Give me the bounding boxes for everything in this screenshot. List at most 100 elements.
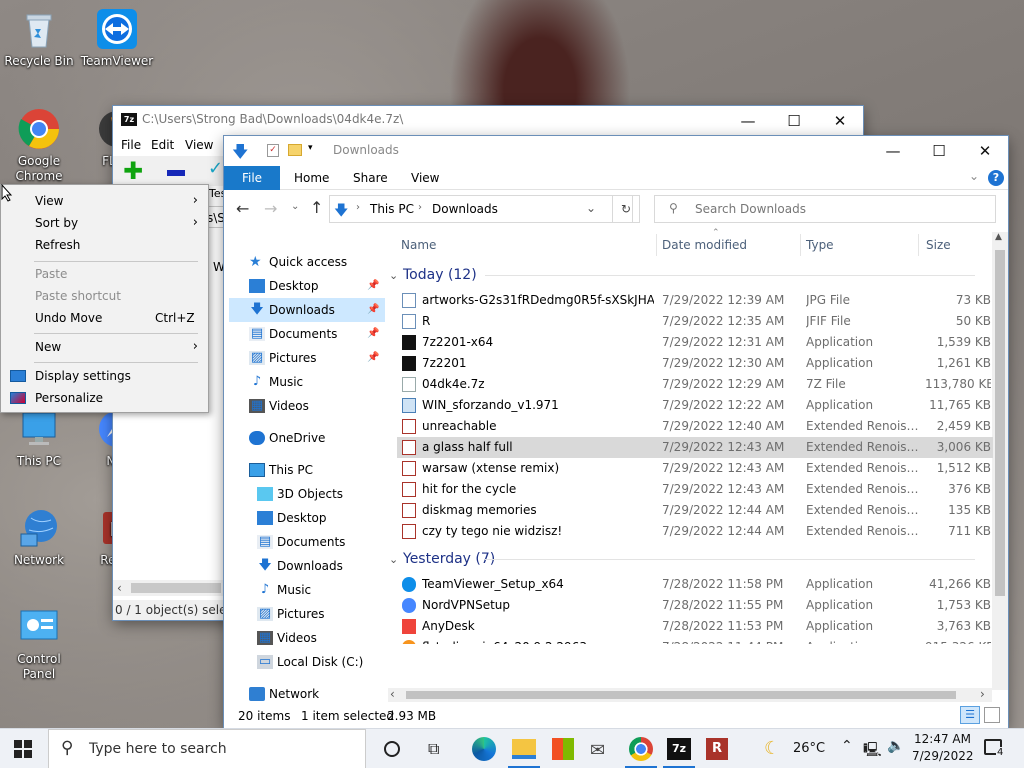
menu-item-new[interactable]: New › xyxy=(1,336,208,358)
pin-icon[interactable]: 📌 xyxy=(367,346,379,370)
nav-pc-music[interactable]: ♪ Music xyxy=(229,578,385,602)
recent-locations-chevron-icon[interactable]: ⌄ xyxy=(291,201,299,212)
sevenzip-minimize-button[interactable]: — xyxy=(725,106,771,136)
refresh-button[interactable]: ↻ xyxy=(612,195,640,223)
file-row[interactable]: a glass half full 7/29/2022 12:43 AM Exten… xyxy=(397,437,993,458)
pin-icon[interactable]: 📌 xyxy=(367,274,379,298)
address-bar[interactable]: 🡇 › This PC › Downloads ⌄ xyxy=(329,195,633,223)
scroll-right-icon[interactable]: › xyxy=(980,687,985,701)
back-arrow-icon[interactable]: ← xyxy=(236,199,249,218)
new-folder-icon[interactable] xyxy=(288,144,302,156)
customize-dropdown-icon[interactable]: ▾ xyxy=(308,143,313,153)
menu-item-display-settings[interactable]: Display settings xyxy=(1,365,208,387)
scroll-left-icon[interactable]: ‹ xyxy=(390,687,395,701)
menu-item-undo-move[interactable]: Undo Move Ctrl+Z xyxy=(1,307,208,329)
file-row[interactable]: hit for the cycle 7/29/2022 12:43 AM Exten… xyxy=(397,479,993,500)
file-row[interactable]: warsaw (xtense remix) 7/29/2022 12:43 AM E… xyxy=(397,458,993,479)
chrome-desktop-icon[interactable]: Google Chrome xyxy=(1,107,77,184)
clock-date[interactable]: 7/29/2022 xyxy=(912,749,974,763)
file-row[interactable]: unreachable 7/29/2022 12:40 AM Extended Re… xyxy=(397,416,993,437)
address-dropdown-icon[interactable]: ⌄ xyxy=(586,201,596,215)
details-view-icon[interactable]: ☰ xyxy=(960,706,980,724)
file-row[interactable]: R 7/29/2022 12:35 AM JFIF File 50 KB xyxy=(397,311,993,332)
breadcrumb-this-pc[interactable]: This PC xyxy=(370,202,414,216)
sevenzip-menu-edit[interactable]: Edit xyxy=(151,138,174,152)
quick-access-down-arrow-icon[interactable]: 🡇 xyxy=(232,141,248,168)
file-explorer-taskbar-icon[interactable] xyxy=(512,739,536,759)
pin-icon[interactable]: 📌 xyxy=(367,298,379,322)
column-header-type[interactable]: Type xyxy=(806,238,834,252)
breadcrumb-downloads[interactable]: Downloads xyxy=(432,202,498,216)
file-row[interactable]: NordVPNSetup 7/28/2022 11:55 PM Applicatio… xyxy=(397,595,993,616)
file-row[interactable]: TeamViewer_Setup_x64 7/28/2022 11:58 PM Ap… xyxy=(397,574,993,595)
weather-moon-icon[interactable]: ☾ xyxy=(764,738,780,759)
task-view-icon[interactable]: ⧉ xyxy=(428,739,439,759)
nav-quick-documents[interactable]: ▤ Documents 📌 xyxy=(229,322,385,346)
column-header-size[interactable]: Size xyxy=(926,238,951,252)
file-row[interactable]: diskmag memories 7/29/2022 12:44 AM Extend… xyxy=(397,500,993,521)
file-row[interactable]: 7z2201 7/29/2022 12:30 AM Application 1,261… xyxy=(397,353,993,374)
nav-quick-videos[interactable]: ▦ Videos xyxy=(229,394,385,418)
group-collapse-chevron-icon[interactable]: ⌄ xyxy=(389,265,403,287)
file-row[interactable]: artworks-G2s31fRDedmg0R5f-sXSkJHA-t5... 7… xyxy=(397,290,993,311)
ribbon-tab-share[interactable]: Share xyxy=(353,171,388,185)
store-taskbar-icon[interactable] xyxy=(552,738,574,760)
sevenzip-menu-file[interactable]: File xyxy=(121,138,141,152)
nav-quick-pictures[interactable]: ▨ Pictures 📌 xyxy=(229,346,385,370)
this-pc-desktop-icon[interactable]: This PC xyxy=(1,407,77,469)
explorer-minimize-button[interactable]: — xyxy=(870,136,916,166)
volume-tray-icon[interactable]: 🔈 xyxy=(887,738,904,754)
nav-this-pc[interactable]: This PC xyxy=(229,458,385,482)
clock-time[interactable]: 12:47 AM xyxy=(914,732,971,746)
group-collapse-chevron-icon[interactable]: ⌄ xyxy=(389,549,403,571)
explorer-maximize-button[interactable]: ☐ xyxy=(916,136,962,166)
recycle-bin-desktop-icon[interactable]: Recycle Bin xyxy=(1,7,77,69)
nav-pc-local-disk-c-[interactable]: ▭ Local Disk (C:) xyxy=(229,650,385,674)
sevenzip-menu-view[interactable]: View xyxy=(185,138,213,152)
scroll-left-icon[interactable]: ‹ xyxy=(117,581,122,595)
nav-pc-documents[interactable]: ▤ Documents xyxy=(229,530,385,554)
large-icons-view-icon[interactable] xyxy=(984,707,1000,723)
up-arrow-icon[interactable]: ↑ xyxy=(310,198,323,217)
extract-minus-icon[interactable] xyxy=(167,170,185,176)
file-row[interactable]: czy ty tego nie widzisz! 7/29/2022 12:44 … xyxy=(397,521,993,542)
explorer-titlebar[interactable]: 🡇 ✓ ▾ Downloads — ☐ ✕ xyxy=(224,136,1008,166)
sevenzip-taskbar-icon[interactable]: 7z xyxy=(667,738,691,760)
menu-item-refresh[interactable]: Refresh xyxy=(1,234,208,256)
show-hidden-icons-icon[interactable]: ⌃ xyxy=(841,738,853,754)
vertical-scrollbar[interactable]: ▲ xyxy=(992,232,1008,690)
ribbon-expand-chevron-icon[interactable]: ⌄ xyxy=(969,169,979,183)
file-row[interactable]: AnyDesk 7/28/2022 11:53 PM Application 3,76… xyxy=(397,616,993,637)
edge-taskbar-icon[interactable] xyxy=(472,737,496,761)
sevenzip-maximize-button[interactable]: ☐ xyxy=(771,106,817,136)
vertical-scroll-thumb[interactable] xyxy=(995,250,1005,596)
start-windows-icon[interactable] xyxy=(14,740,32,758)
network-desktop-icon[interactable]: Network xyxy=(1,506,77,568)
nav-quick-music[interactable]: ♪ Music xyxy=(229,370,385,394)
chrome-taskbar-icon[interactable] xyxy=(629,737,653,761)
file-row[interactable]: WIN_sforzando_v1.971 7/29/2022 12:22 AM Ap… xyxy=(397,395,993,416)
properties-check-icon[interactable]: ✓ xyxy=(267,144,279,157)
teamviewer-desktop-icon[interactable]: TeamViewer xyxy=(79,7,155,69)
test-check-icon[interactable]: ✓ xyxy=(208,158,223,179)
group-header[interactable]: ⌄ Yesterday (7) xyxy=(389,548,975,571)
menu-item-sort-by[interactable]: Sort by › xyxy=(1,212,208,234)
weather-temperature[interactable]: 26°C xyxy=(793,741,825,756)
nav-pc-desktop[interactable]: Desktop xyxy=(229,506,385,530)
control-panel-desktop-icon[interactable]: Control Panel xyxy=(1,605,77,682)
nav-pc-downloads[interactable]: 🡇 Downloads xyxy=(229,554,385,578)
sevenzip-scroll-thumb[interactable] xyxy=(131,583,221,593)
nav-pc-videos[interactable]: ▦ Videos xyxy=(229,626,385,650)
menu-item-personalize[interactable]: Personalize xyxy=(1,387,208,409)
nav-onedrive[interactable]: OneDrive xyxy=(229,426,385,450)
file-row[interactable]: 04dk4e.7z 7/29/2022 12:29 AM 7Z File 113,78… xyxy=(397,374,993,395)
explorer-close-button[interactable]: ✕ xyxy=(962,136,1008,166)
renoise-taskbar-icon[interactable]: R xyxy=(706,738,728,760)
ribbon-tab-view[interactable]: View xyxy=(411,171,439,185)
menu-item-view[interactable]: View › xyxy=(1,190,208,212)
help-icon[interactable]: ? xyxy=(988,170,1004,186)
column-header-name[interactable]: Name xyxy=(401,238,436,252)
nav-quick-access[interactable]: ★ Quick access xyxy=(229,250,385,274)
forward-arrow-icon[interactable]: → xyxy=(264,199,277,218)
horizontal-scrollbar[interactable]: ‹ › xyxy=(388,687,992,702)
